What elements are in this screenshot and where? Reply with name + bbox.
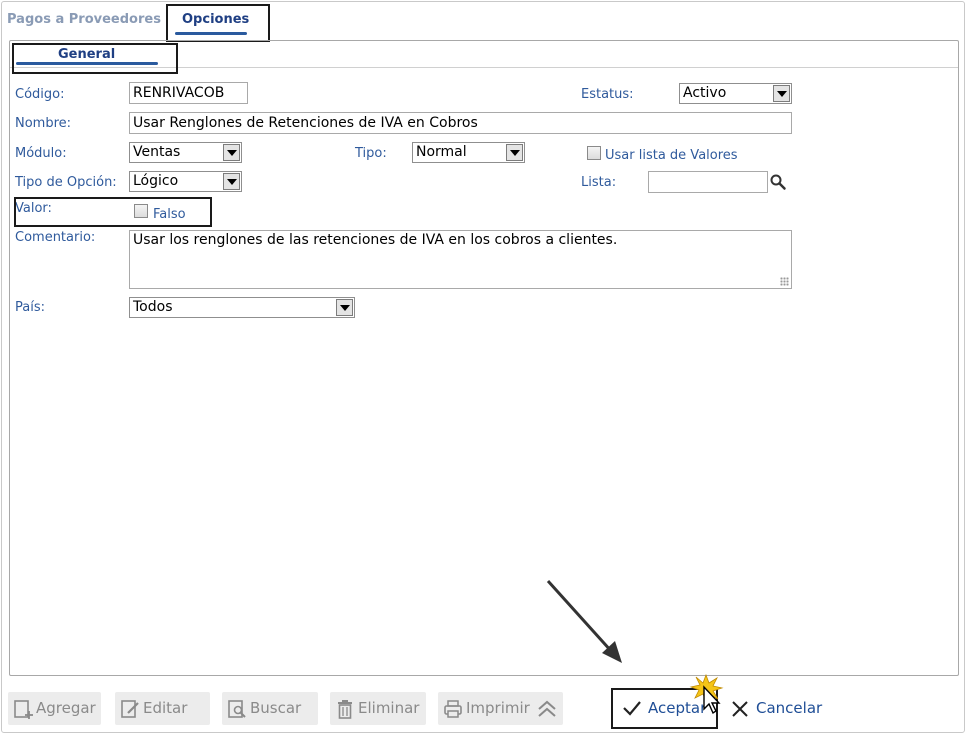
imprimir-label: Imprimir xyxy=(466,699,530,717)
editar-button[interactable]: Editar xyxy=(115,692,210,725)
modulo-select-value: Ventas xyxy=(133,144,181,160)
codigo-field[interactable]: RENRIVACOB xyxy=(129,82,248,104)
highlight-box-general-subtab xyxy=(12,43,178,74)
editar-label: Editar xyxy=(143,699,188,717)
tipo-select[interactable]: Normal xyxy=(412,142,525,163)
imprimir-button[interactable]: Imprimir xyxy=(438,692,563,725)
agregar-button[interactable]: Agregar xyxy=(8,692,101,725)
pais-label: País: xyxy=(15,300,45,315)
lista-field[interactable] xyxy=(648,171,768,193)
nombre-field[interactable]: Usar Renglones de Retenciones de IVA en … xyxy=(129,112,792,134)
mouse-pointer-icon xyxy=(689,673,724,715)
agregar-label: Agregar xyxy=(36,699,96,717)
content-panel xyxy=(9,40,959,676)
tipo-opcion-select[interactable]: Lógico xyxy=(129,171,242,192)
add-icon xyxy=(14,700,33,719)
comentario-textarea[interactable]: Usar los renglones de las retenciones de… xyxy=(129,230,792,289)
nombre-label: Nombre: xyxy=(15,116,72,131)
comentario-text: Usar los renglones de las retenciones de… xyxy=(133,232,618,248)
tipo-select-value: Normal xyxy=(416,144,467,160)
buscar-button[interactable]: Buscar xyxy=(222,692,318,725)
eliminar-label: Eliminar xyxy=(358,699,420,717)
estatus-select-value: Activo xyxy=(683,85,727,101)
double-chevron-up-icon[interactable] xyxy=(536,698,558,720)
usar-lista-label[interactable]: Usar lista de Valores xyxy=(605,148,738,163)
modulo-select[interactable]: Ventas xyxy=(129,142,242,163)
tab-pagos-a-proveedores[interactable]: Pagos a Proveedores xyxy=(7,12,161,27)
modulo-label: Módulo: xyxy=(15,146,67,161)
pais-select[interactable]: Todos xyxy=(129,297,355,318)
buscar-label: Buscar xyxy=(250,699,302,717)
chevron-down-icon xyxy=(223,173,240,190)
edit-icon xyxy=(121,700,139,718)
tipo-opcion-label: Tipo de Opción: xyxy=(15,175,117,190)
cancelar-button[interactable]: Cancelar xyxy=(728,697,823,721)
tipo-opcion-select-value: Lógico xyxy=(133,173,179,189)
lista-label: Lista: xyxy=(581,175,617,190)
printer-icon xyxy=(444,700,462,718)
chevron-down-icon xyxy=(773,85,790,102)
cancelar-label: Cancelar xyxy=(756,699,823,717)
chevron-down-icon xyxy=(336,299,353,316)
comentario-label: Comentario: xyxy=(15,230,96,245)
search-document-icon xyxy=(228,700,246,718)
annotation-arrow-icon xyxy=(546,579,622,663)
resize-grip-icon[interactable] xyxy=(780,277,789,286)
eliminar-button[interactable]: Eliminar xyxy=(330,692,426,725)
estatus-label: Estatus: xyxy=(581,87,634,102)
estatus-select[interactable]: Activo xyxy=(679,83,792,104)
highlight-box-opciones-tab xyxy=(166,4,270,42)
chevron-down-icon xyxy=(223,144,240,161)
usar-lista-checkbox[interactable] xyxy=(587,146,601,160)
x-icon xyxy=(732,701,748,717)
highlight-box-valor xyxy=(14,197,212,227)
chevron-down-icon xyxy=(506,144,523,161)
trash-icon xyxy=(338,700,352,719)
search-icon[interactable] xyxy=(769,173,787,191)
pais-select-value: Todos xyxy=(133,299,173,315)
tipo-label: Tipo: xyxy=(355,146,387,161)
codigo-label: Código: xyxy=(15,87,65,102)
